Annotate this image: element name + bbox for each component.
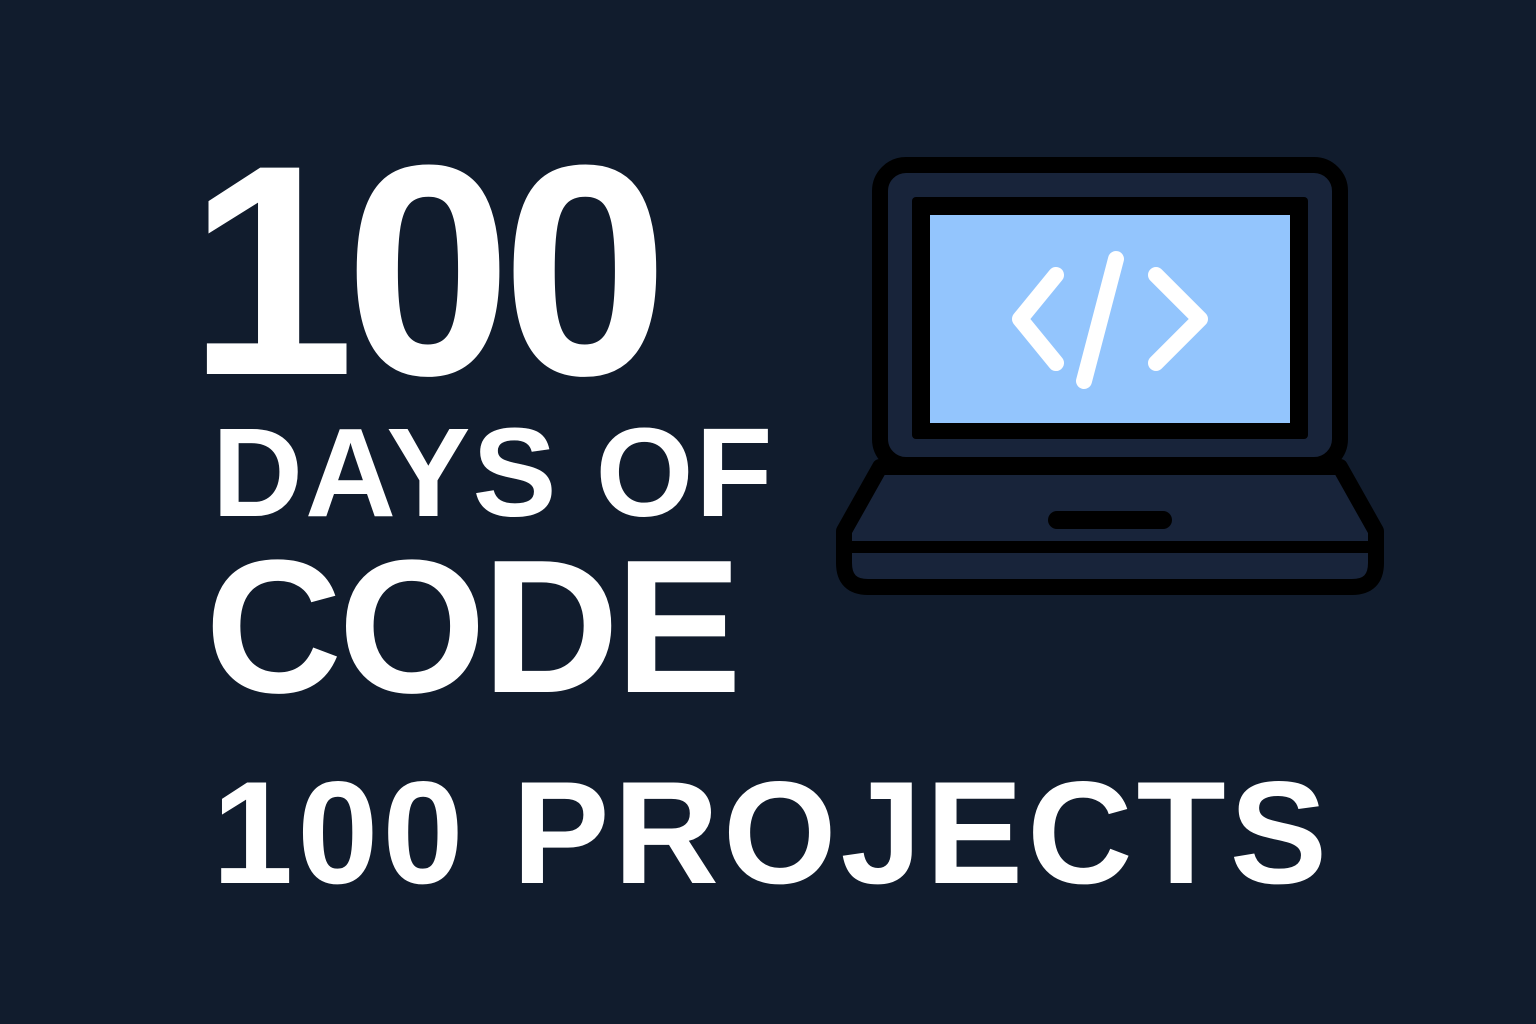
headline-code: CODE (205, 521, 742, 733)
laptop-screen (930, 215, 1290, 423)
laptop-icon (836, 157, 1384, 595)
headline-days-of: DAYS OF (212, 402, 775, 543)
headline-100: 100 (188, 102, 669, 438)
laptop-trackpad (1048, 511, 1172, 529)
headline-100-projects: 100 PROJECTS (212, 751, 1332, 914)
